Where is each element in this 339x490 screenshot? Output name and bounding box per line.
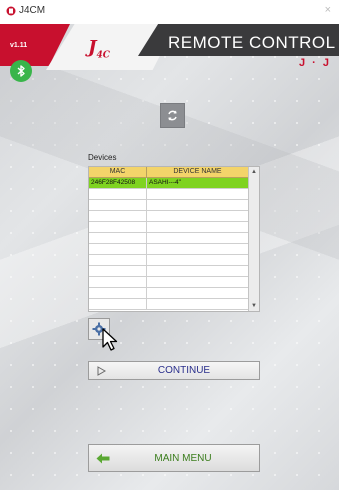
- device-name-cell: [147, 189, 249, 199]
- main-menu-button[interactable]: MAIN MENU: [88, 444, 260, 472]
- window-title: J4CM: [19, 5, 46, 16]
- column-header-device-name[interactable]: DEVICE NAME: [147, 167, 249, 177]
- table-row-empty[interactable]: [89, 222, 249, 233]
- title-bar: J4CM ×: [0, 0, 339, 24]
- version-label: v1.11: [10, 42, 28, 49]
- mac-cell: [89, 266, 147, 276]
- bluetooth-icon: [17, 65, 25, 77]
- refresh-icon: [168, 110, 177, 121]
- brand-logo: J · J: [298, 57, 331, 69]
- devices-table: MAC DEVICE NAME 246F28F42508 ASAHI---4" ▲…: [88, 166, 260, 312]
- continue-label: CONTINUE: [157, 365, 211, 376]
- device-name-cell: [147, 288, 249, 298]
- table-scrollbar[interactable]: ▲ ▼: [248, 167, 259, 311]
- mac-cell: [89, 244, 147, 254]
- mac-cell: [89, 277, 147, 287]
- column-header-mac[interactable]: MAC: [89, 167, 147, 177]
- mac-cell: 246F28F42508: [89, 178, 147, 188]
- device-name-cell: [147, 233, 249, 243]
- device-name-cell: [147, 299, 249, 309]
- table-row-empty[interactable]: [89, 266, 249, 277]
- mac-cell: [89, 211, 147, 221]
- page-title: REMOTE CONTROL: [168, 33, 336, 52]
- table-header: MAC DEVICE NAME: [89, 167, 249, 178]
- mac-cell: [89, 233, 147, 243]
- device-name-cell: [147, 277, 249, 287]
- table-row-empty[interactable]: [89, 255, 249, 266]
- mac-cell: [89, 222, 147, 232]
- table-row-empty[interactable]: [89, 233, 249, 244]
- mac-cell: [89, 299, 147, 309]
- devices-label: Devices: [88, 153, 117, 162]
- device-name-cell: [147, 222, 249, 232]
- table-row-empty[interactable]: [89, 299, 249, 310]
- close-icon[interactable]: ×: [325, 4, 331, 16]
- table-body: 246F28F42508 ASAHI---4": [89, 178, 249, 310]
- table-row-empty[interactable]: [89, 288, 249, 299]
- device-name-cell: [147, 200, 249, 210]
- mac-cell: [89, 288, 147, 298]
- device-name-cell: [147, 211, 249, 221]
- table-row-empty[interactable]: [89, 200, 249, 211]
- table-row-empty[interactable]: [89, 277, 249, 288]
- app-logo-icon: [6, 6, 16, 16]
- device-name-cell: [147, 244, 249, 254]
- scroll-down-icon[interactable]: ▼: [249, 301, 259, 311]
- device-name-cell: [147, 266, 249, 276]
- main-menu-label: MAIN MENU: [154, 453, 212, 464]
- app-window: J4CM × v1.11 J4C REMOTE CONTROL J · J De…: [0, 0, 339, 490]
- mac-cell: [89, 200, 147, 210]
- table-row[interactable]: 246F28F42508 ASAHI---4": [89, 178, 249, 189]
- mouse-pointer-icon: [102, 328, 118, 351]
- refresh-button[interactable]: [160, 103, 185, 128]
- app-logo: J4C: [88, 37, 110, 61]
- bluetooth-button[interactable]: [10, 60, 32, 82]
- mac-cell: [89, 189, 147, 199]
- table-row-empty[interactable]: [89, 244, 249, 255]
- mac-cell: [89, 255, 147, 265]
- continue-button[interactable]: CONTINUE: [88, 361, 260, 380]
- table-row-empty[interactable]: [89, 189, 249, 200]
- device-name-cell: [147, 255, 249, 265]
- device-name-cell: ASAHI---4": [147, 178, 249, 188]
- scroll-up-icon[interactable]: ▲: [249, 167, 259, 177]
- table-row-empty[interactable]: [89, 211, 249, 222]
